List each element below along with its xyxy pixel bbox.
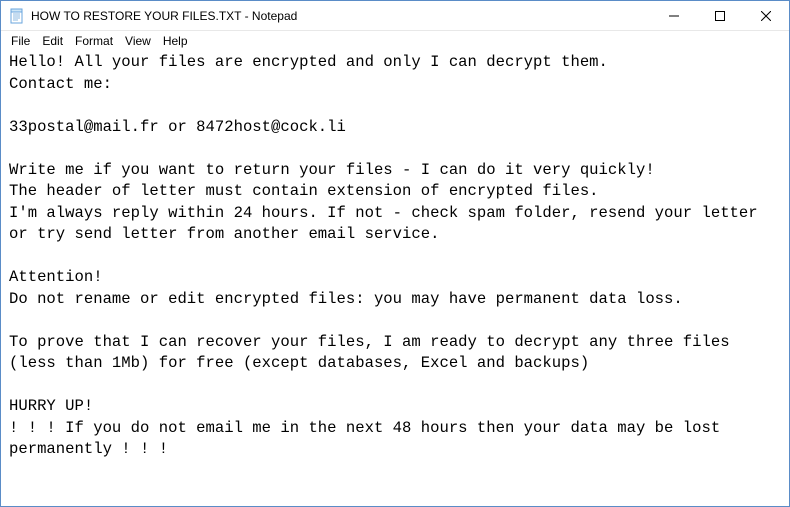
- minimize-button[interactable]: [651, 1, 697, 31]
- minimize-icon: [669, 11, 679, 21]
- notepad-icon: [9, 8, 25, 24]
- maximize-button[interactable]: [697, 1, 743, 31]
- menu-help[interactable]: Help: [157, 33, 194, 49]
- close-icon: [761, 11, 771, 21]
- close-button[interactable]: [743, 1, 789, 31]
- menubar: File Edit Format View Help: [1, 31, 789, 51]
- menu-view[interactable]: View: [119, 33, 157, 49]
- menu-format[interactable]: Format: [69, 33, 119, 49]
- window-controls: [651, 1, 789, 30]
- titlebar: HOW TO RESTORE YOUR FILES.TXT - Notepad: [1, 1, 789, 31]
- menu-file[interactable]: File: [5, 33, 36, 49]
- text-area[interactable]: Hello! All your files are encrypted and …: [1, 51, 789, 506]
- notepad-window: HOW TO RESTORE YOUR FILES.TXT - Notepad: [0, 0, 790, 507]
- window-title: HOW TO RESTORE YOUR FILES.TXT - Notepad: [31, 9, 651, 23]
- menu-edit[interactable]: Edit: [36, 33, 69, 49]
- maximize-icon: [715, 11, 725, 21]
